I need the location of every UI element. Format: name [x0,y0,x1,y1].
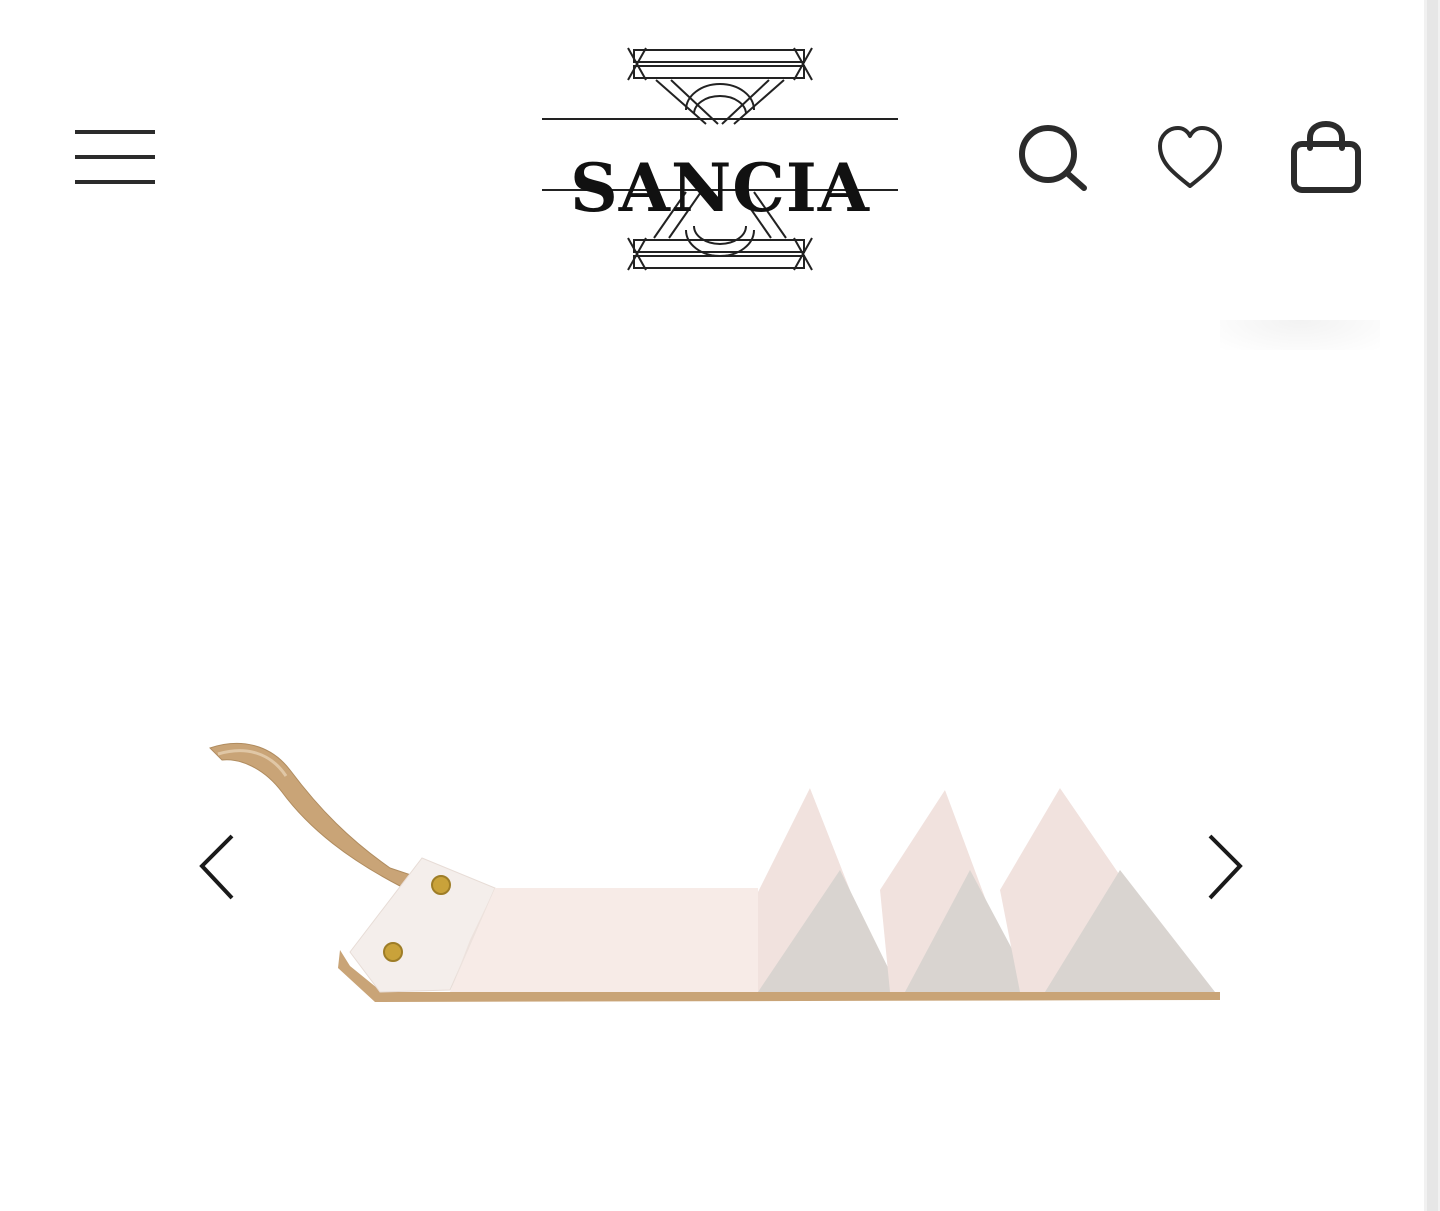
scrollbar-track[interactable] [1424,0,1440,1211]
cart-button[interactable] [1288,120,1364,196]
hamburger-menu-icon [75,130,155,134]
product-gallery [0,320,1424,1211]
site-header: SANCIA [0,0,1424,320]
gallery-shadow [1220,320,1380,350]
scrollbar-thumb[interactable] [1427,0,1438,1211]
brand-name: SANCIA [570,149,870,227]
hamburger-bar [75,180,155,184]
shopping-bag-icon [1291,120,1361,193]
hamburger-bar [75,155,155,159]
chevron-right-icon [1208,834,1243,900]
page: SANCIA [0,0,1424,1211]
brand-logo[interactable]: SANCIA [536,40,904,272]
heart-icon [1158,126,1222,188]
wishlist-button[interactable] [1152,120,1228,196]
menu-button[interactable] [68,120,162,196]
search-button[interactable] [1014,120,1090,196]
next-image-button[interactable] [1196,820,1256,910]
jewelry-case-illustration [209,742,1220,1002]
product-image [200,730,1240,1030]
search-icon [1019,125,1087,191]
